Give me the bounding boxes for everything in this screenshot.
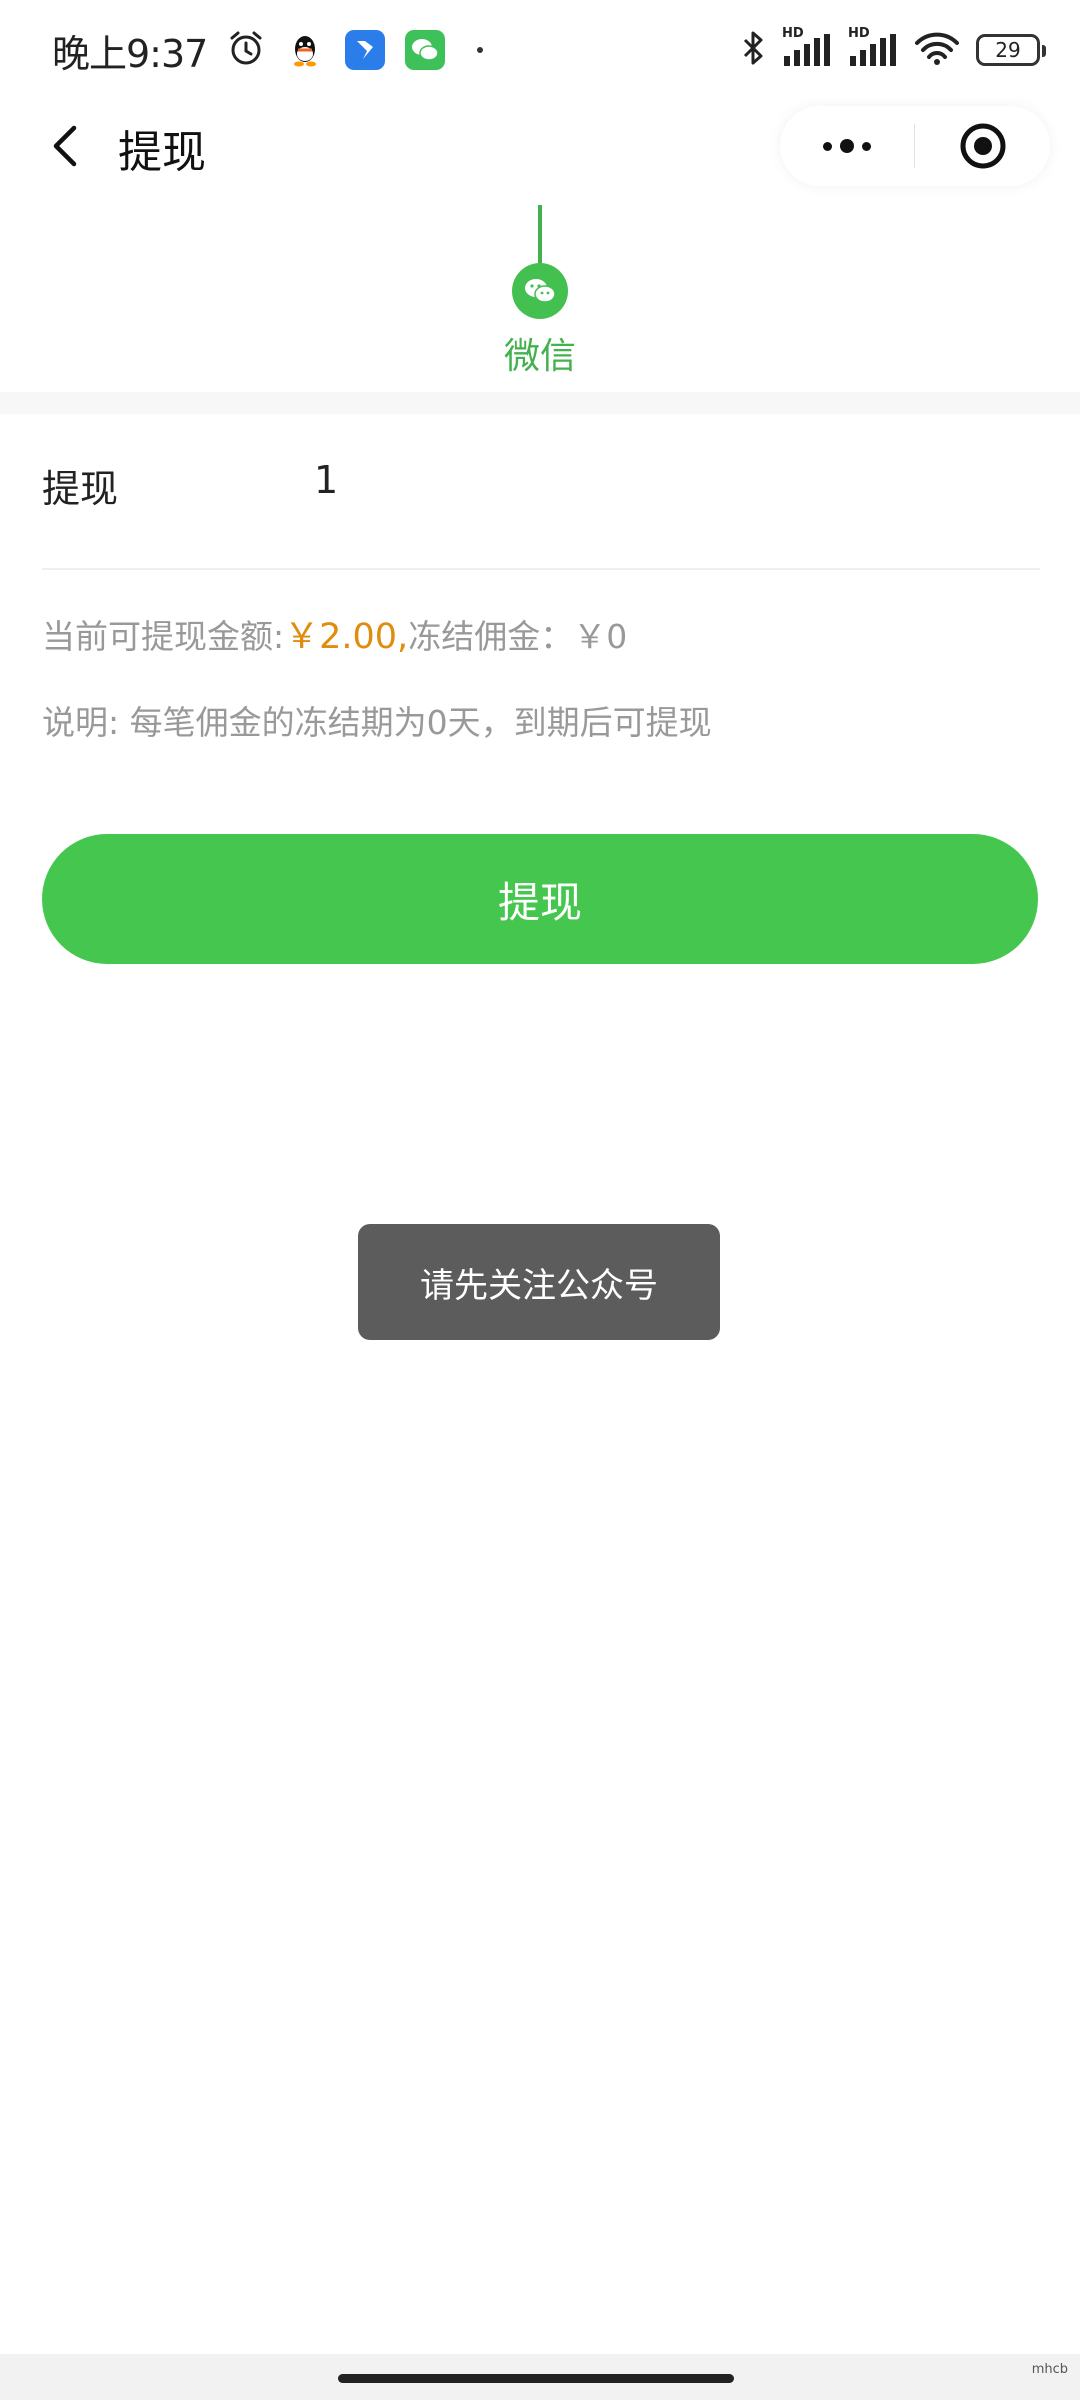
home-indicator[interactable] [338,2374,734,2383]
available-amount: ￥2.00, [284,617,409,657]
close-button[interactable] [915,106,1050,186]
nav-bar: 提现 [0,100,1080,192]
battery-level: 29 [995,38,1021,62]
toast-message: 请先关注公众号 [358,1224,720,1340]
screen: 晚上9:37 HD HD 29 提现 微信 提现 1 当前可提现金额:￥2.00… [0,0,1080,2400]
section-divider [0,392,1080,414]
more-dots-icon [823,141,832,151]
page-title: 提现 [118,127,206,178]
chevron-left-icon[interactable] [40,118,96,174]
alarm-icon [227,29,265,71]
battery-icon: 29 [976,34,1046,66]
withdraw-button[interactable]: 提现 [42,834,1038,964]
method-connector [538,205,542,265]
available-balance: 当前可提现金额:￥2.00,冻结佣金：￥0 [42,608,627,659]
method-label: 微信 [503,336,576,377]
status-bar: 晚上9:37 HD HD 29 [0,0,1080,100]
hd-badge: HD [848,26,870,41]
withdraw-note: 说明: 每笔佣金的冻结期为0天，到期后可提现 [42,703,712,742]
more-button[interactable] [780,106,914,186]
signal-icon: HD [782,26,832,68]
withdraw-method[interactable]: 微信 [0,205,1080,395]
status-right: HD HD 29 [740,26,1046,71]
menu-capsule [780,106,1050,186]
amount-input[interactable] [314,448,1014,512]
lark-icon [345,30,386,70]
watermark: mhcb [1031,2362,1068,2377]
target-circle-icon [960,123,1005,169]
wifi-icon [914,30,960,70]
dot-icon [477,47,484,53]
signal-icon: HD [848,26,898,68]
qq-icon [285,30,325,70]
wechat-icon [405,30,446,70]
amount-label: 提现 [42,467,119,511]
status-time: 晚上9:37 [52,31,208,76]
more-dots-icon [862,141,871,151]
frozen-commission: 冻结佣金：￥0 [408,617,628,656]
status-left: 晚上9:37 [52,23,484,78]
available-prefix: 当前可提现金额: [42,617,285,656]
amount-row: 提现 [42,440,1040,570]
more-dots-icon [840,139,854,153]
hd-badge: HD [782,26,804,41]
bluetooth-icon [740,29,766,71]
wechat-icon [512,263,568,319]
